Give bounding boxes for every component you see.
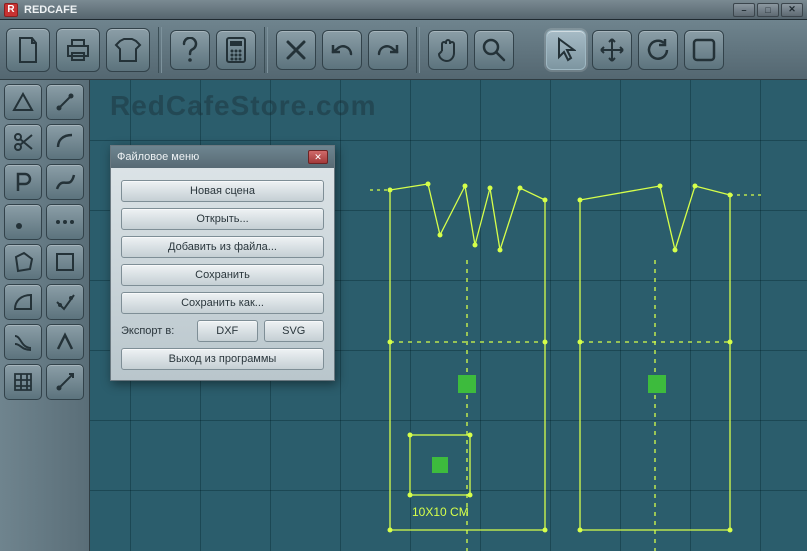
export-label: Экспорт в: [121,325,191,337]
app-title: REDCAFE [24,4,77,16]
toolbar-sep-3 [416,27,420,73]
letter-p-icon [14,171,32,193]
garment-button[interactable] [106,28,150,72]
tool-points[interactable] [46,204,84,240]
export-svg-button[interactable]: SVG [264,320,325,342]
dialog-title: Файловое меню [117,151,199,163]
hand-icon [436,37,460,63]
left-col-1 [4,84,42,547]
close-button[interactable]: ✕ [781,3,803,17]
new-scene-button[interactable]: Новая сцена [121,180,324,202]
mirror-button[interactable] [684,30,724,70]
scale-box-label: 10X10 CM [412,505,469,519]
zoom-button[interactable] [474,30,514,70]
redo-icon [375,40,401,60]
exit-button[interactable]: Выход из программы [121,348,324,370]
tool-triangle[interactable] [4,84,42,120]
watermark-text: RedCafeStore.com [110,90,377,122]
minimize-button[interactable]: – [733,3,755,17]
app-logo: R [4,3,18,17]
dialog-body: Новая сцена Открыть... Добавить из файла… [111,168,334,380]
left-toolbar [0,80,90,551]
app-logo-letter: R [7,4,14,15]
main-toolbar [0,20,807,80]
polygon-outline-icon [12,251,34,273]
tool-angle[interactable] [46,324,84,360]
rotate-button[interactable] [638,30,678,70]
pan-button[interactable] [428,30,468,70]
left-col-2 [46,84,84,547]
tool-curve-down[interactable] [4,324,42,360]
save-button[interactable]: Сохранить [121,264,324,286]
open-button[interactable]: Открыть... [121,208,324,230]
new-page-button[interactable] [6,28,50,72]
print-icon [64,38,92,62]
mirror-icon [691,37,717,63]
dialog-titlebar[interactable]: Файловое меню ✕ [111,146,334,168]
undo-icon [329,40,355,60]
print-button[interactable] [56,28,100,72]
grid-icon [12,371,34,393]
magnifier-icon [481,37,507,63]
tool-point[interactable] [4,204,42,240]
redo-button[interactable] [368,30,408,70]
tool-curve[interactable] [46,164,84,200]
x-icon [284,38,308,62]
save-as-button[interactable]: Сохранить как... [121,292,324,314]
point-diag-icon [54,371,76,393]
line-cross-icon [54,91,76,113]
question-icon [181,37,199,63]
move-button[interactable] [592,30,632,70]
file-menu-dialog: Файловое меню ✕ Новая сцена Открыть... Д… [110,145,335,381]
rectangle-icon [54,251,76,273]
tool-rect[interactable] [46,244,84,280]
export-dxf-button[interactable]: DXF [197,320,258,342]
tool-arc[interactable] [46,124,84,160]
tool-point-diag[interactable] [46,364,84,400]
curve-down-icon [12,332,34,352]
delete-button[interactable] [276,30,316,70]
move-icon [599,37,625,63]
undo-button[interactable] [322,30,362,70]
cursor-icon [556,37,576,63]
curve-icon [54,171,76,193]
tool-scissors[interactable] [4,124,42,160]
calculator-icon [225,37,247,63]
export-row: Экспорт в: DXF SVG [121,320,324,342]
tool-polygon[interactable] [4,244,42,280]
ellipsis-icon [54,217,76,227]
toolbar-sep-1 [158,27,162,73]
dialog-close-button[interactable]: ✕ [308,150,328,164]
rotate-icon [645,37,671,63]
arc-icon [54,131,76,153]
tool-line-cross[interactable] [46,84,84,120]
tool-letter-p[interactable] [4,164,42,200]
triangle-icon [12,92,34,112]
maximize-button[interactable]: □ [757,3,779,17]
pattern-drawing [370,150,790,551]
tool-grid[interactable] [4,364,42,400]
window-controls: – □ ✕ [733,3,803,17]
calculator-button[interactable] [216,30,256,70]
add-from-file-button[interactable]: Добавить из файла... [121,236,324,258]
new-page-icon [16,36,40,64]
arc-shape-icon [12,291,34,313]
snap-icon [54,291,76,313]
window-titlebar: R REDCAFE – □ ✕ [0,0,807,20]
tshirt-icon [114,37,142,63]
cursor-button[interactable] [546,30,586,70]
dot-icon [14,213,32,231]
toolbar-sep-2 [264,27,268,73]
help-button[interactable] [170,30,210,70]
tool-snap[interactable] [46,284,84,320]
scissors-icon [12,131,34,153]
tool-arc-shape[interactable] [4,284,42,320]
angle-icon [54,331,76,353]
